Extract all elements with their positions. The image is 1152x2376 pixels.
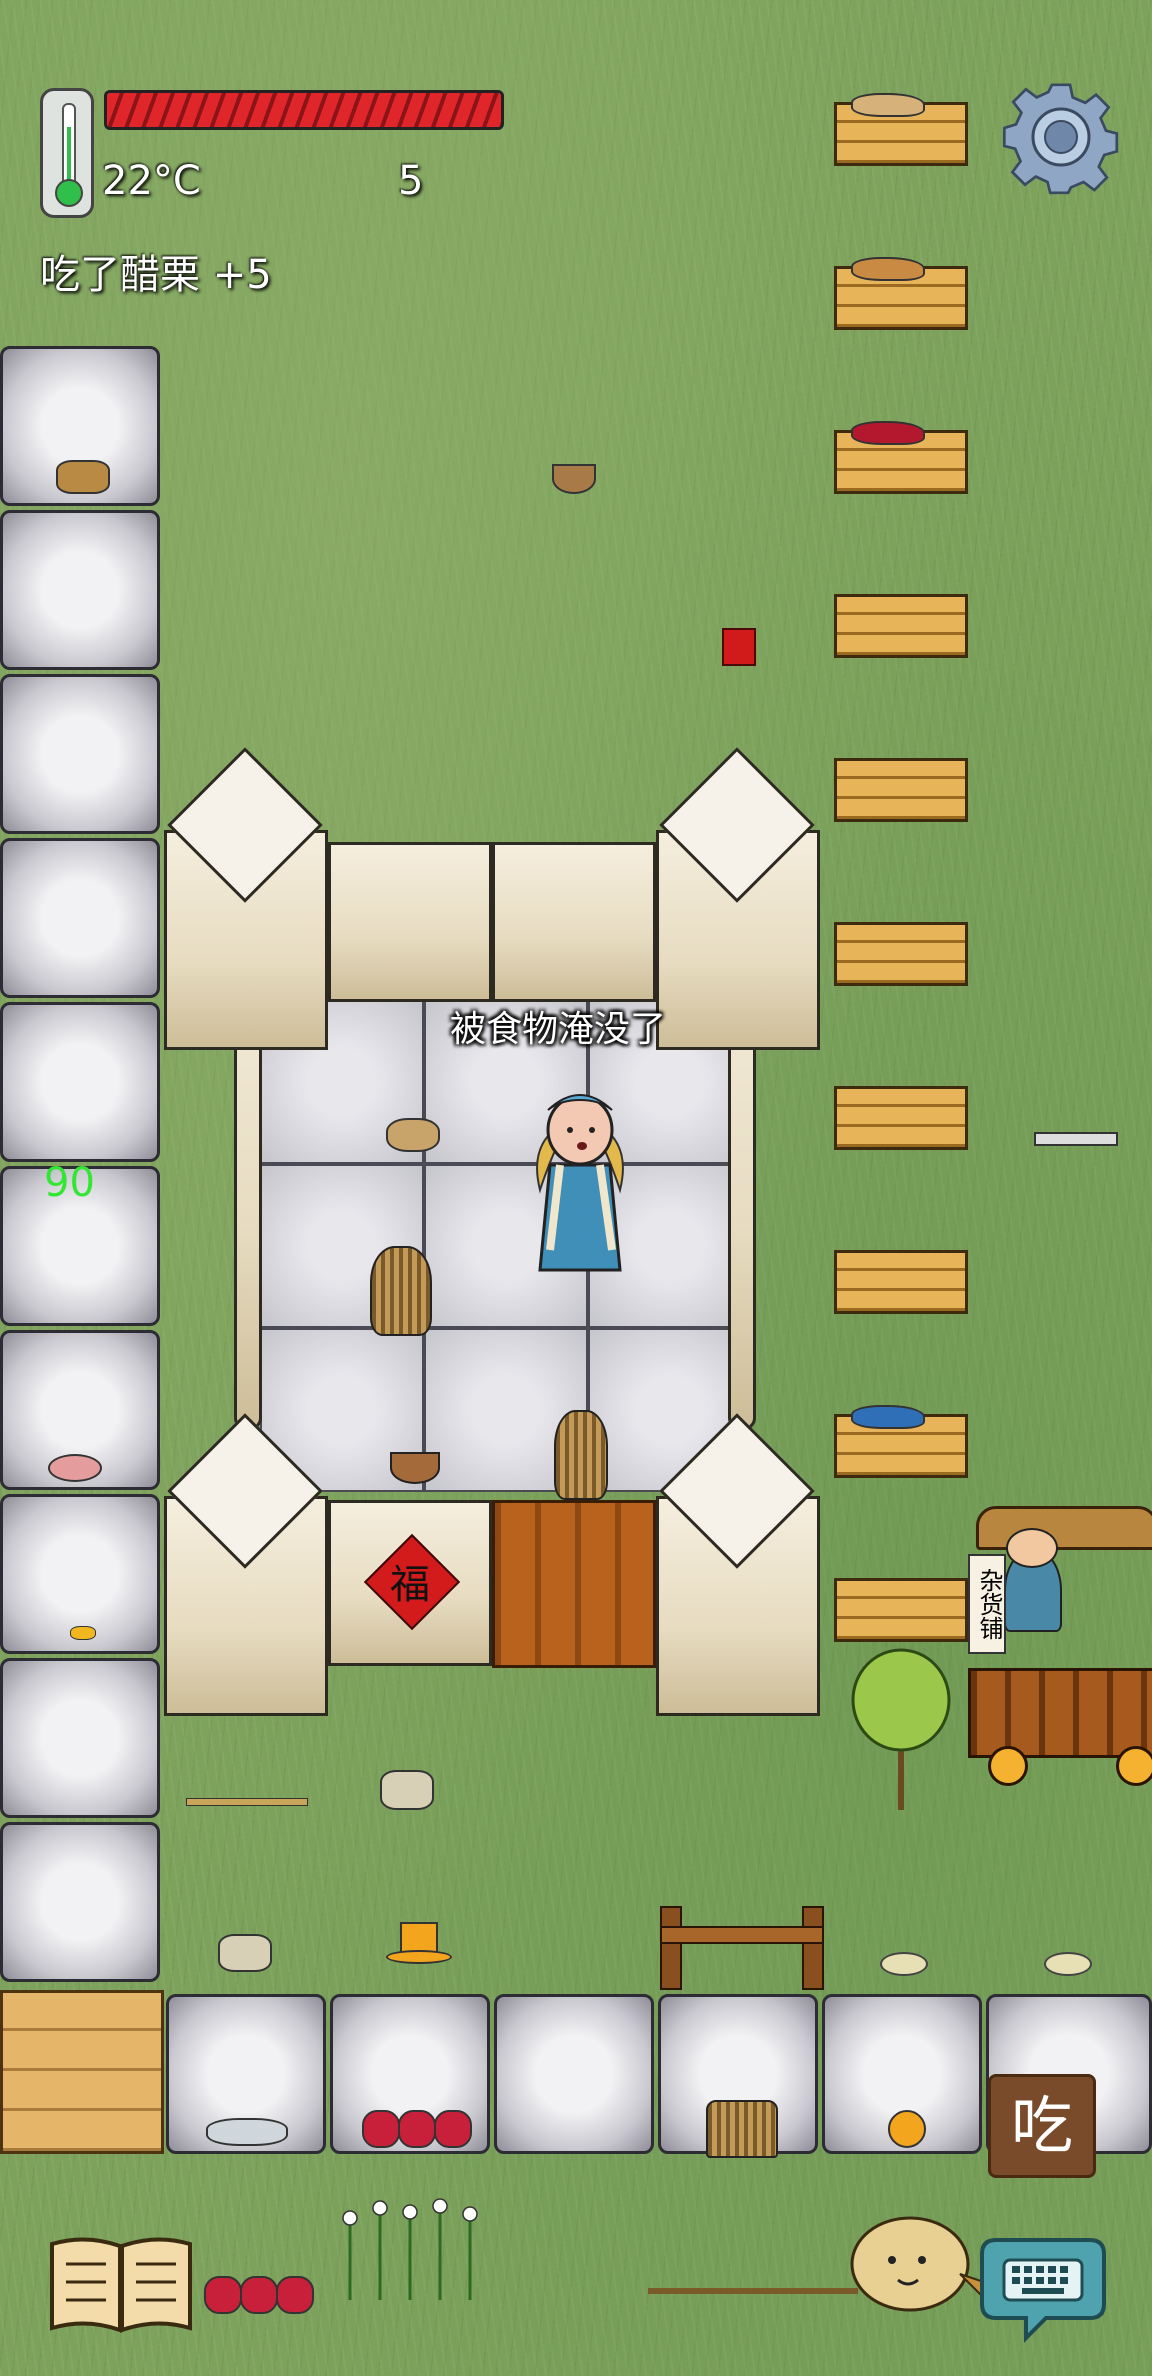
storage-crate[interactable] bbox=[834, 1405, 968, 1478]
orange-item[interactable] bbox=[888, 2110, 926, 2148]
wood-floor-tile bbox=[0, 1990, 164, 2154]
red-packet-item[interactable] bbox=[722, 628, 756, 666]
health-bar bbox=[104, 90, 504, 130]
age-label: 90 bbox=[44, 1160, 95, 1206]
storage-crate[interactable] bbox=[834, 922, 968, 986]
storage-crate[interactable] bbox=[834, 257, 968, 330]
sausage-item[interactable] bbox=[204, 2270, 320, 2318]
bread-item[interactable] bbox=[56, 460, 110, 494]
blue-cloth-item bbox=[851, 1405, 925, 1429]
knife-item[interactable] bbox=[1034, 1132, 1118, 1146]
settings-gear-icon[interactable] bbox=[998, 74, 1124, 200]
storage-crate[interactable] bbox=[834, 1250, 968, 1314]
top-hat-item[interactable] bbox=[386, 1922, 452, 1964]
wooden-door[interactable] bbox=[492, 1500, 656, 1668]
seed-item[interactable] bbox=[1044, 1952, 1092, 1976]
raw-meat-item[interactable] bbox=[48, 1454, 102, 1482]
grass-skirt-item[interactable] bbox=[706, 2100, 778, 2158]
status-message: 吃了醋栗 +5 bbox=[40, 252, 272, 298]
basket-item[interactable] bbox=[370, 1246, 432, 1336]
storage-crate[interactable] bbox=[834, 93, 968, 166]
back-wall bbox=[492, 842, 656, 1002]
fish-item[interactable] bbox=[206, 2118, 288, 2146]
storage-crate[interactable] bbox=[834, 1578, 968, 1642]
temperature-readout: 22°C bbox=[102, 158, 201, 204]
small-item[interactable] bbox=[70, 1626, 96, 1640]
rope-item[interactable] bbox=[648, 2288, 858, 2294]
stick-item[interactable] bbox=[186, 1798, 308, 1806]
bowl-item[interactable] bbox=[390, 1452, 440, 1484]
small-tree[interactable] bbox=[846, 1640, 956, 1810]
shop-sign: 杂货铺 bbox=[968, 1554, 1006, 1654]
storage-crate[interactable] bbox=[834, 758, 968, 822]
back-wall bbox=[328, 842, 492, 1002]
sausage-item[interactable] bbox=[352, 2100, 482, 2152]
bowl-item[interactable] bbox=[552, 464, 596, 494]
storage-crate[interactable] bbox=[834, 1086, 968, 1150]
grocery-stall[interactable]: 杂货铺 bbox=[958, 1500, 1152, 1810]
eat-button[interactable]: 吃 bbox=[988, 2074, 1096, 2178]
bread-item bbox=[851, 93, 925, 117]
basket-item[interactable] bbox=[554, 1410, 608, 1500]
flower-patch[interactable] bbox=[330, 2190, 490, 2300]
keyboard-icon[interactable] bbox=[976, 2234, 1110, 2344]
book-icon[interactable] bbox=[46, 2234, 196, 2334]
player-character[interactable] bbox=[520, 1070, 640, 1280]
bread-item[interactable] bbox=[386, 1118, 440, 1152]
storage-crate[interactable] bbox=[834, 594, 968, 658]
hunger-value: 5 bbox=[398, 158, 424, 204]
thermometer-icon bbox=[40, 88, 94, 218]
tool-item[interactable] bbox=[218, 1934, 272, 1972]
red-berries-item bbox=[851, 421, 925, 445]
tool-item[interactable] bbox=[380, 1770, 434, 1810]
fu-sign-label: 福 bbox=[390, 1562, 430, 1608]
player-speech: 被食物淹没了 bbox=[450, 1009, 667, 1050]
baked-goods-item bbox=[851, 257, 925, 281]
seed-item[interactable] bbox=[880, 1952, 928, 1976]
storage-crate[interactable] bbox=[834, 421, 968, 494]
wooden-fence[interactable] bbox=[660, 1906, 824, 1990]
